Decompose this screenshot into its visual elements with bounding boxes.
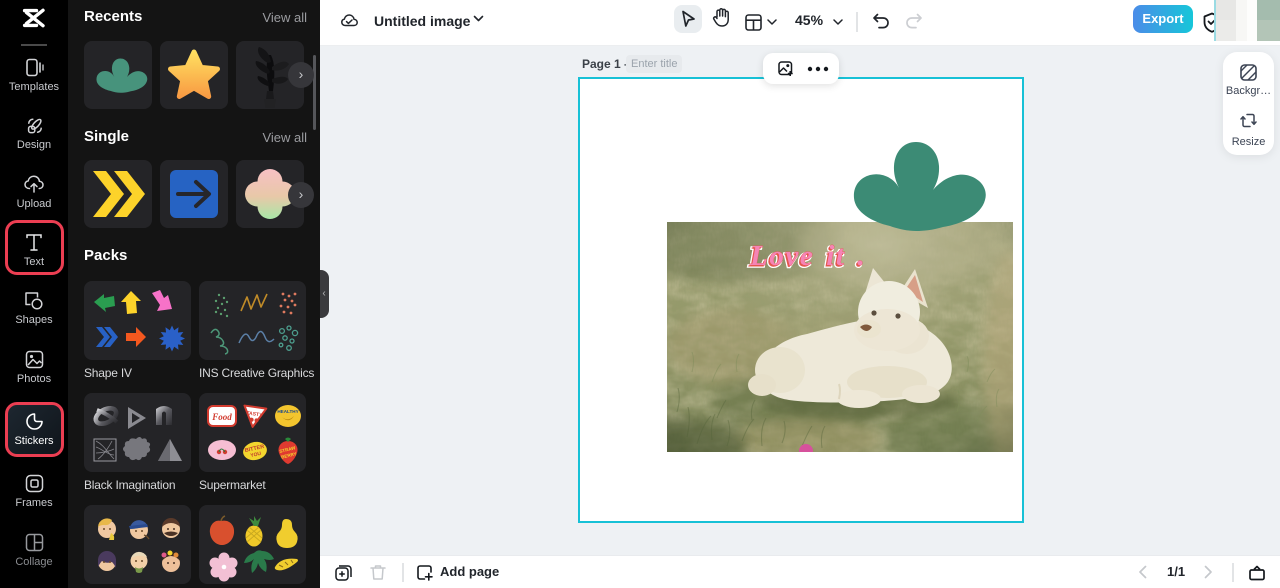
svg-text:Food: Food (211, 412, 232, 422)
svg-text:Love it .: Love it . (749, 240, 866, 272)
svg-text:HEALTHY: HEALTHY (277, 409, 298, 414)
